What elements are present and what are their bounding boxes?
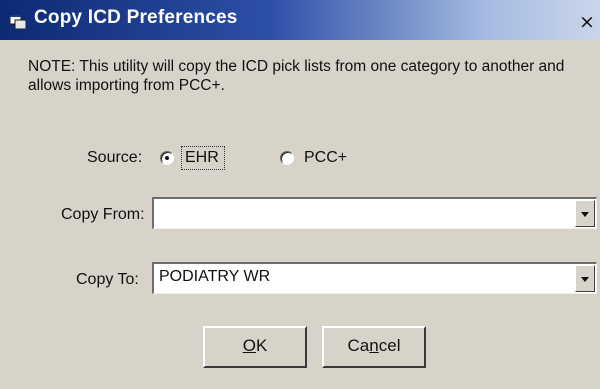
source-radio-pcc[interactable] bbox=[280, 151, 294, 165]
copy-to-dropdown[interactable]: PODIATRY WR bbox=[152, 262, 597, 294]
chevron-down-icon bbox=[581, 277, 589, 282]
copy-to-dropdown-button[interactable] bbox=[575, 265, 595, 292]
cancel-button[interactable]: Cancel bbox=[322, 326, 426, 368]
cancel-label-pre: Ca bbox=[347, 336, 370, 355]
cancel-label-post: cel bbox=[378, 336, 401, 355]
source-option-pcc-label[interactable]: PCC+ bbox=[304, 149, 347, 167]
source-radio-ehr[interactable] bbox=[160, 151, 174, 165]
ok-label-rest: K bbox=[255, 336, 268, 355]
copy-to-label: Copy To: bbox=[76, 271, 139, 288]
title-bar[interactable]: Copy ICD Preferences × bbox=[0, 0, 600, 40]
source-label: Source: bbox=[87, 149, 143, 166]
note-text: NOTE: This utility will copy the ICD pic… bbox=[28, 58, 565, 94]
app-window-icon bbox=[10, 15, 26, 29]
chevron-down-icon bbox=[581, 212, 589, 217]
cancel-accelerator: n bbox=[369, 336, 379, 355]
close-button[interactable]: × bbox=[578, 12, 596, 32]
ok-accelerator: O bbox=[242, 336, 256, 355]
radio-selected-dot bbox=[165, 156, 169, 160]
copy-icd-preferences-dialog: Copy ICD Preferences × NOTE: This utilit… bbox=[0, 0, 600, 389]
ok-button[interactable]: OK bbox=[203, 326, 307, 368]
copy-to-value: PODIATRY WR bbox=[159, 268, 271, 285]
copy-from-dropdown-button[interactable] bbox=[575, 200, 595, 227]
copy-from-label: Copy From: bbox=[61, 206, 145, 223]
window-title: Copy ICD Preferences bbox=[34, 7, 238, 28]
copy-from-dropdown[interactable] bbox=[152, 197, 597, 229]
source-option-ehr-label[interactable]: EHR bbox=[185, 149, 219, 167]
